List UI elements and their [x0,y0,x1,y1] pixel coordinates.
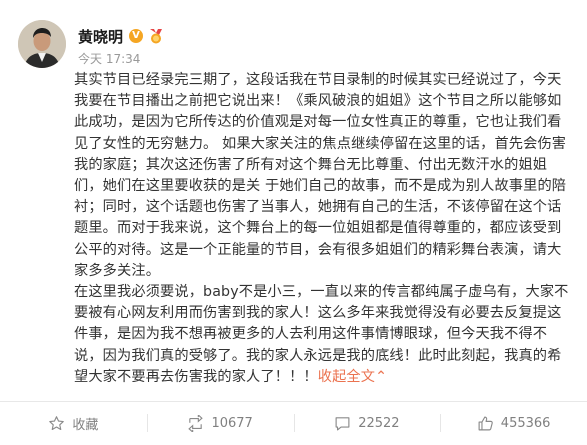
like-button[interactable]: 455366 [440,402,587,445]
chevron-up-icon: ⌃ [375,368,388,385]
favorite-button[interactable]: 收藏 [0,402,147,445]
user-name[interactable]: 黄晓明 [78,26,123,47]
post-paragraph-1: 其实节目已经录完三期了，这段话我在节目录制的时候其实已经说过了，今天我要在节目播… [74,72,567,279]
repost-button[interactable]: 10677 [146,402,294,445]
collapse-full-text-link[interactable]: 收起全文⌃ [318,369,387,385]
comment-button[interactable]: 22522 [293,402,441,445]
weibo-post-card: 黄晓明 V 今天 17:34 其实节目已经录完三期了，这段话我在节目录制的时候其… [0,0,587,445]
post-content: 其实节目已经录完三期了，这段话我在节目录制的时候其实已经说过了，今天我要在节目播… [74,70,574,388]
medal-icon [150,29,163,44]
comment-count: 22522 [358,416,400,431]
post-header: 黄晓明 V 今天 17:34 [18,20,578,70]
comment-icon [335,417,350,431]
avatar[interactable] [18,20,66,68]
post-time[interactable]: 今天 17:34 [78,50,140,67]
verified-v-icon: V [129,29,144,43]
author-row: 黄晓明 V [78,26,165,46]
repost-icon [188,415,204,432]
repost-count: 10677 [211,416,253,431]
favorite-label: 收藏 [72,418,99,433]
thumbs-up-icon [478,416,493,431]
like-count: 455366 [500,416,551,431]
post-paragraph-2: 在这里我必须要说，baby不是小三，一直以来的传言都纯属子虚乌有，大家不要被有心… [74,282,574,388]
star-icon [49,416,65,431]
action-bar: 收藏 10677 22522 455366 [0,402,587,445]
collapse-label: 收起全文 [317,368,376,385]
